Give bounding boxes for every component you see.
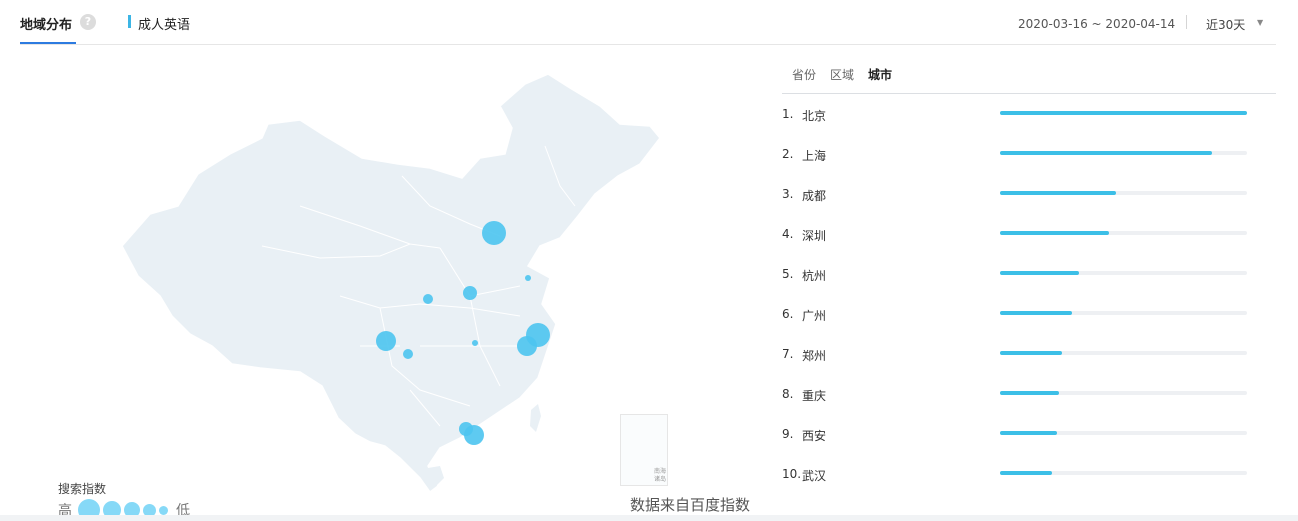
tab-city[interactable]: 城市 — [868, 66, 892, 83]
rank-number: 5. — [782, 267, 794, 281]
region-distribution-panel: 地域分布 ? 成人英语 2020-03-16 ~ 2020-04-14 近30天… — [0, 0, 1298, 521]
chevron-down-icon[interactable]: ▼ — [1257, 18, 1263, 27]
city-bubble[interactable] — [463, 286, 477, 300]
period-select[interactable]: 近30天 — [1206, 16, 1245, 33]
list-item: 9. 西安 — [782, 422, 1252, 462]
rank-bar — [1000, 431, 1057, 435]
city-bubble[interactable] — [525, 275, 531, 281]
rank-bar — [1000, 151, 1213, 155]
tab-region-distribution[interactable]: 地域分布 — [20, 14, 72, 33]
list-item: 7. 郑州 — [782, 342, 1252, 382]
rank-number: 4. — [782, 227, 794, 241]
rank-bar — [1000, 391, 1060, 395]
city-bubble[interactable] — [403, 349, 413, 359]
city-bubble[interactable] — [472, 340, 478, 346]
rank-city: 深圳 — [802, 229, 827, 243]
rank-bar-track — [1000, 191, 1247, 195]
rank-bar-track — [1000, 391, 1247, 395]
list-item: 5. 杭州 — [782, 262, 1252, 302]
rank-bar — [1000, 471, 1052, 475]
rank-city: 成都 — [802, 189, 827, 203]
rank-number: 2. — [782, 147, 794, 161]
keyword-color-marker — [128, 15, 131, 28]
rank-city: 北京 — [802, 109, 827, 123]
help-icon[interactable]: ? — [80, 14, 96, 30]
tab-province[interactable]: 省份 — [792, 66, 816, 83]
rank-number: 10. — [782, 467, 802, 481]
city-bubble[interactable] — [459, 422, 473, 436]
rank-city: 上海 — [802, 149, 827, 163]
rank-city: 杭州 — [802, 269, 827, 283]
rank-number: 3. — [782, 187, 794, 201]
rank-bar-track — [1000, 111, 1247, 115]
rank-bar — [1000, 231, 1109, 235]
rank-number: 9. — [782, 427, 794, 441]
legend-title: 搜索指数 — [58, 482, 107, 496]
rank-city: 武汉 — [802, 469, 827, 483]
keyword-label: 成人英语 — [138, 18, 191, 33]
list-item: 3. 成都 — [782, 182, 1252, 222]
legend-dot — [159, 505, 168, 515]
rank-city: 广州 — [802, 309, 827, 323]
rank-bar-track — [1000, 471, 1247, 475]
rank-bar — [1000, 351, 1062, 355]
list-item: 1. 北京 — [782, 102, 1252, 142]
list-item: 10. 武汉 — [782, 462, 1252, 502]
rank-city: 郑州 — [802, 349, 827, 363]
bottom-strip — [0, 515, 1298, 521]
list-item: 6. 广州 — [782, 302, 1252, 342]
header-separator — [1186, 15, 1187, 29]
rank-bar — [1000, 311, 1072, 315]
city-bubble[interactable] — [376, 331, 396, 351]
rank-number: 6. — [782, 307, 794, 321]
rank-bar-track — [1000, 271, 1247, 275]
rank-number: 1. — [782, 107, 794, 121]
city-bubble[interactable] — [423, 294, 433, 304]
rank-city: 重庆 — [802, 389, 827, 403]
rank-bar-track — [1000, 431, 1247, 435]
rank-bar-track — [1000, 231, 1247, 235]
city-bubble[interactable] — [517, 336, 537, 356]
city-bubble[interactable] — [482, 221, 506, 245]
rank-bar-track — [1000, 151, 1247, 155]
rank-bar — [1000, 271, 1080, 275]
data-source: 数据来自百度指数 — [630, 496, 751, 514]
rank-bar-track — [1000, 351, 1247, 355]
rank-bar — [1000, 111, 1247, 115]
date-range[interactable]: 2020-03-16 ~ 2020-04-14 — [1018, 17, 1175, 31]
ranking-tabs: 省份 区域 城市 — [792, 66, 892, 83]
rank-number: 8. — [782, 387, 794, 401]
ranking-divider — [782, 93, 1276, 94]
ranking-list: 1. 北京 2. 上海 3. 成都 4. 深圳 5. 杭州 6. 广州 7. 郑… — [782, 102, 1252, 502]
list-item: 8. 重庆 — [782, 382, 1252, 422]
taiwan-shape — [530, 404, 541, 432]
china-outline — [121, 73, 661, 494]
inset-label: 南海诸岛 — [654, 468, 667, 483]
tab-region[interactable]: 区域 — [830, 66, 854, 83]
header-divider — [20, 44, 1276, 45]
rank-bar — [1000, 191, 1117, 195]
list-item: 2. 上海 — [782, 142, 1252, 182]
rank-bar-track — [1000, 311, 1247, 315]
rank-city: 西安 — [802, 429, 827, 443]
list-item: 4. 深圳 — [782, 222, 1252, 262]
rank-number: 7. — [782, 347, 794, 361]
